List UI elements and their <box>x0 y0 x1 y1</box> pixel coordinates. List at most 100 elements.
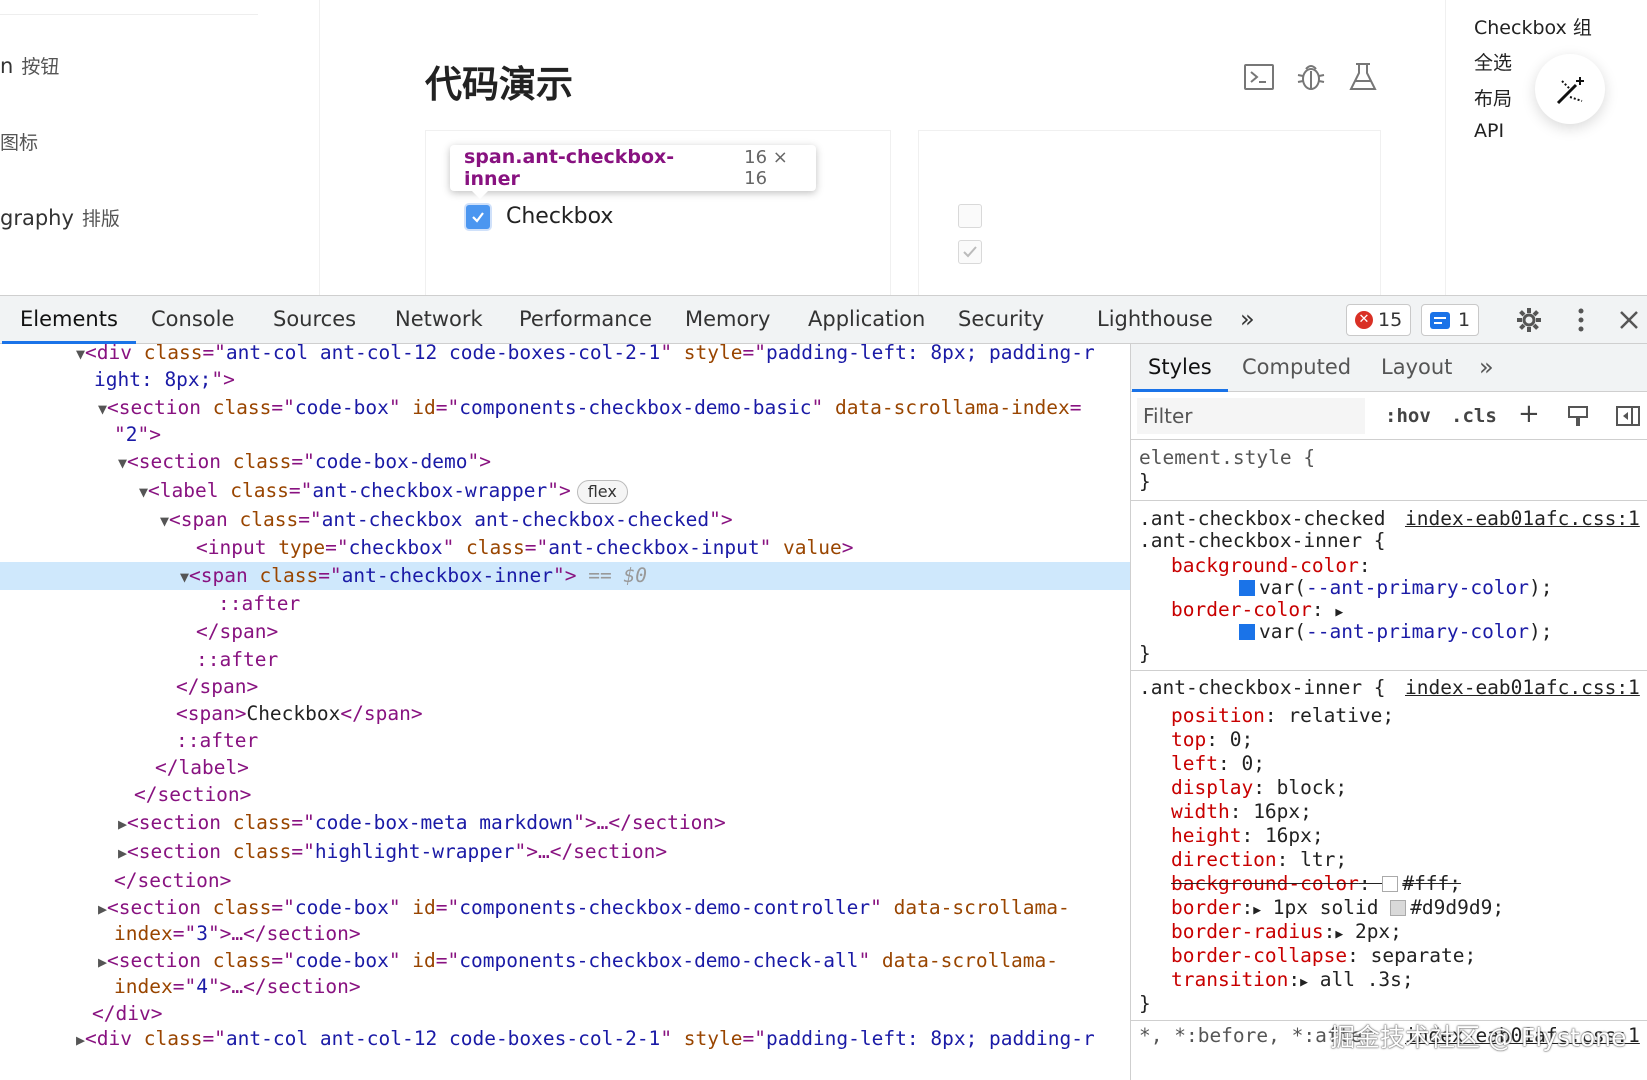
tab-network[interactable]: Network <box>395 296 483 343</box>
css-value[interactable]: var(--ant-primary-color); <box>1239 620 1553 644</box>
color-swatch[interactable] <box>1239 580 1255 596</box>
dom-node[interactable]: ::after <box>218 590 1130 618</box>
checkbox-checked-icon[interactable] <box>466 204 490 229</box>
terminal-icon[interactable] <box>1242 60 1276 94</box>
dom-node[interactable]: ▼<div class="ant-col ant-col-12 code-box… <box>76 344 1130 367</box>
css-declaration[interactable]: left: 0; <box>1171 752 1265 776</box>
rule-source-link[interactable]: index-eab01afc.css:1 <box>1405 676 1640 700</box>
tab-performance[interactable]: Performance <box>519 296 652 343</box>
color-swatch[interactable] <box>1239 624 1255 640</box>
menu-item-en: n <box>0 54 14 78</box>
dom-node[interactable]: ▼<span class="ant-checkbox ant-checkbox-… <box>160 506 1130 534</box>
tab-security[interactable]: Security <box>958 296 1044 343</box>
dom-node[interactable]: ::after <box>176 727 1130 755</box>
more-tabs-icon[interactable]: » <box>1240 296 1255 343</box>
css-declaration[interactable]: border:▶ 1px solid #d9d9d9; <box>1171 896 1504 920</box>
tab-sources[interactable]: Sources <box>273 296 356 343</box>
cls-button[interactable]: .cls <box>1451 404 1497 428</box>
css-declaration[interactable]: border-collapse: separate; <box>1171 944 1476 968</box>
dom-node-selected[interactable]: ▼<span class="ant-checkbox-inner"> == $0 <box>0 562 1130 590</box>
hov-button[interactable]: :hov <box>1385 404 1431 428</box>
css-declaration[interactable]: transition:▶ all .3s; <box>1171 968 1414 992</box>
tab-layout[interactable]: Layout <box>1381 344 1452 391</box>
elements-dom-tree: ▼<div class="ant-col ant-col-12 code-box… <box>0 344 1130 1080</box>
dom-node[interactable]: </span> <box>196 618 1130 646</box>
toggle-sidebar-icon[interactable] <box>1615 404 1641 432</box>
tab-elements[interactable]: Elements <box>2 296 136 344</box>
tab-console[interactable]: Console <box>151 296 234 343</box>
bug-icon[interactable] <box>1294 60 1328 94</box>
tab-computed[interactable]: Computed <box>1242 344 1351 391</box>
dom-node[interactable]: ▼<section class="code-box-demo"> <box>118 448 1130 476</box>
toc-item[interactable]: 全选 <box>1474 48 1512 75</box>
css-declaration[interactable]: background-color: <box>1171 554 1371 578</box>
rule-selector: .ant-checkbox-inner { <box>1139 676 1386 699</box>
dom-node[interactable]: ▶<div class="ant-col ant-col-12 code-box… <box>76 1025 1130 1053</box>
css-declaration[interactable]: position: relative; <box>1171 704 1394 728</box>
paint-icon[interactable] <box>1566 404 1590 432</box>
dom-node[interactable]: </section> <box>114 867 1130 895</box>
css-declaration[interactable]: top: 0; <box>1171 728 1253 752</box>
messages-badge[interactable]: 1 <box>1421 304 1480 336</box>
css-value[interactable]: var(--ant-primary-color); <box>1239 576 1553 600</box>
menu-item-button[interactable]: n 按钮 <box>0 52 59 79</box>
checkbox-basic[interactable]: Checkbox <box>466 204 613 229</box>
dom-node[interactable]: ::after <box>196 646 1130 674</box>
rule-close-brace: } <box>1139 470 1151 493</box>
dom-node[interactable]: ▼<label class="ant-checkbox-wrapper"> fle… <box>139 477 1130 505</box>
checkbox-unchecked[interactable] <box>958 204 982 228</box>
menu-divider <box>0 14 258 15</box>
dom-node[interactable]: </label> <box>155 754 1130 782</box>
css-declaration-overridden[interactable]: background-color: #fff; <box>1171 872 1461 896</box>
dom-node[interactable]: ▶<section class="code-box-meta markdown"… <box>118 809 1130 837</box>
close-icon[interactable] <box>1612 303 1646 337</box>
dom-node[interactable]: ▶<section class="code-box" id="component… <box>98 894 1130 922</box>
dom-node[interactable]: <span>Checkbox</span> <box>176 700 1130 728</box>
rule-close-brace: } <box>1139 992 1151 1015</box>
toc-item[interactable]: 布局 <box>1474 84 1512 111</box>
rule-selector: .ant-checkbox-checked <box>1139 507 1386 530</box>
dom-node-wrap: ight: 8px;"> <box>94 368 235 391</box>
color-swatch[interactable] <box>1390 900 1407 916</box>
demo-card-controller <box>918 130 1381 295</box>
errors-count: 15 <box>1378 309 1403 331</box>
css-declaration[interactable]: direction: ltr; <box>1171 848 1347 872</box>
css-declaration[interactable]: border-radius:▶ 2px; <box>1171 920 1402 944</box>
settings-gear-icon[interactable] <box>1512 303 1546 337</box>
tab-memory[interactable]: Memory <box>685 296 770 343</box>
more-panes-icon[interactable]: » <box>1479 344 1494 391</box>
flask-icon[interactable] <box>1346 60 1380 94</box>
dom-node[interactable]: </span> <box>176 673 1130 701</box>
tab-lighthouse[interactable]: Lighthouse <box>1097 296 1213 343</box>
dom-node-wrap: "2"> <box>114 423 161 446</box>
flex-badge[interactable]: flex <box>576 479 628 504</box>
dom-node[interactable]: </section> <box>134 781 1130 809</box>
menu-item-icon[interactable]: 图标 <box>0 128 38 155</box>
css-declaration[interactable]: height: 16px; <box>1171 824 1324 848</box>
dom-node[interactable]: ▶<section class="highlight-wrapper">…</s… <box>118 838 1130 866</box>
css-declaration[interactable]: display: block; <box>1171 776 1347 800</box>
dom-node[interactable]: </div> <box>92 1000 1130 1028</box>
errors-badge[interactable]: ✕ 15 <box>1346 304 1412 336</box>
tab-application[interactable]: Application <box>808 296 925 343</box>
error-icon: ✕ <box>1355 311 1373 329</box>
tooltip-selector: span.ant-checkbox-inner <box>464 146 675 190</box>
rule-source-link[interactable]: index-eab01afc.css:1 <box>1405 507 1640 531</box>
table-of-contents: Checkbox 组 全选 布局 API <box>1445 0 1647 295</box>
color-swatch[interactable] <box>1382 876 1399 892</box>
kebab-menu-icon[interactable] <box>1564 303 1598 337</box>
new-rule-plus-icon[interactable]: + <box>1518 401 1540 427</box>
dom-node[interactable]: ▼<section class="code-box" id="component… <box>98 394 1130 422</box>
css-declaration[interactable]: width: 16px; <box>1171 800 1312 824</box>
styles-tab-bar: Styles Computed Layout » <box>1131 344 1647 392</box>
toc-item[interactable]: Checkbox 组 <box>1474 13 1592 40</box>
css-declaration[interactable]: border-color: ▶ <box>1171 598 1343 622</box>
checkbox-checked-disabled[interactable] <box>958 240 982 264</box>
toc-item[interactable]: API <box>1474 120 1504 142</box>
dom-node[interactable]: ▶<section class="code-box" id="component… <box>98 947 1130 975</box>
tab-styles[interactable]: Styles <box>1132 344 1228 392</box>
magic-wand-button[interactable] <box>1535 54 1605 124</box>
dom-node[interactable]: <input type="checkbox" class="ant-checkb… <box>196 534 1130 562</box>
menu-item-typography[interactable]: graphy 排版 <box>0 204 120 231</box>
filter-placeholder: Filter <box>1143 404 1193 428</box>
